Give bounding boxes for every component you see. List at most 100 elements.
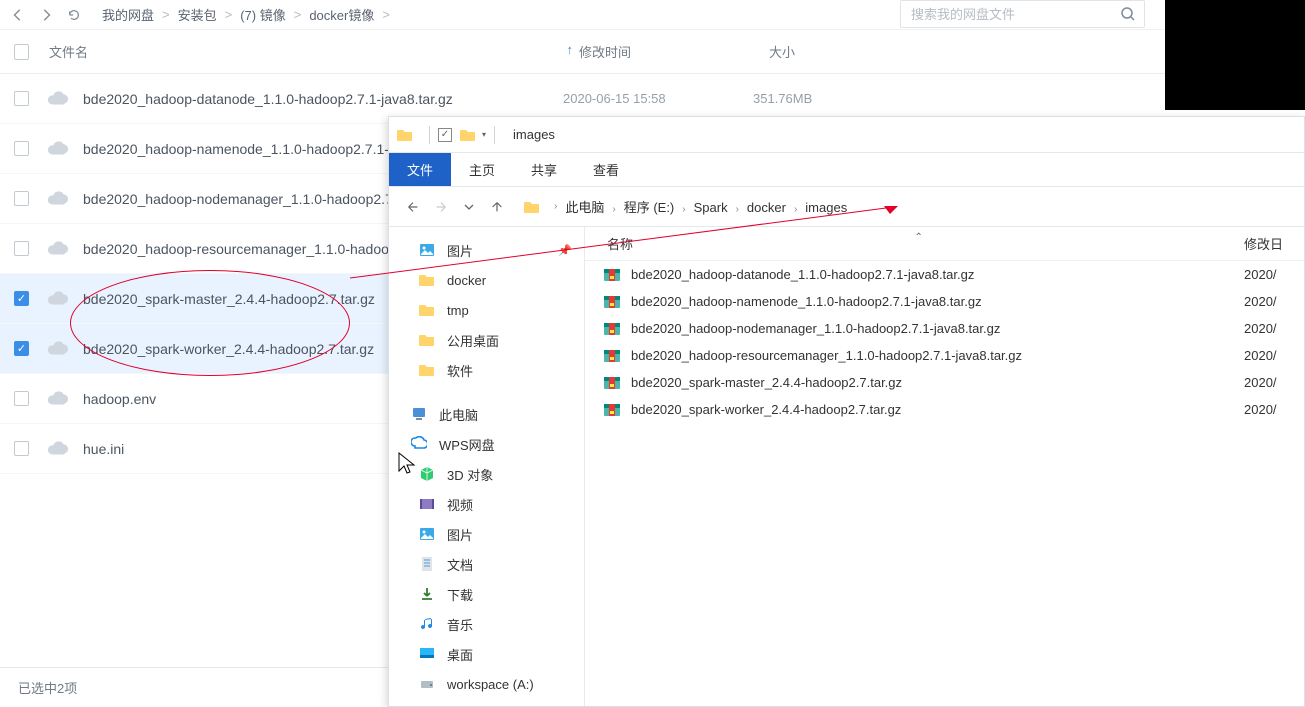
select-all-checkbox[interactable] xyxy=(14,44,29,60)
row-checkbox[interactable] xyxy=(14,441,29,456)
file-name: bde2020_hadoop-nodemanager_1.1.0-hadoop2… xyxy=(631,321,1244,336)
col-mod-label[interactable]: 修改时间 xyxy=(579,42,769,61)
back-button[interactable] xyxy=(4,1,32,29)
exp-breadcrumb-item[interactable]: docker xyxy=(745,200,788,215)
pictures-icon xyxy=(419,242,437,258)
docs-icon xyxy=(419,556,437,572)
row-checkbox[interactable] xyxy=(14,91,29,106)
sidebar-item[interactable]: workspace (A:) xyxy=(389,669,584,699)
row-checkbox[interactable]: ✓ xyxy=(14,291,29,306)
exp-address-bar[interactable]: › 此电脑 › 程序 (E:) › Spark › docker › images xyxy=(517,193,1294,221)
file-modified: 2020/ xyxy=(1244,321,1304,336)
exp-forward-button[interactable] xyxy=(427,193,455,221)
cloud-search[interactable] xyxy=(900,0,1145,28)
sidebar-item[interactable]: 图片 xyxy=(389,519,584,549)
file-name: bde2020_hadoop-resourcemanager_1.1.0-had… xyxy=(631,348,1244,363)
exp-breadcrumb-item[interactable]: Spark xyxy=(692,200,730,215)
sidebar-item-label: 视频 xyxy=(447,495,473,514)
sidebar-item[interactable]: WPS网盘 xyxy=(389,429,584,459)
sidebar-item-label: 公用桌面 xyxy=(447,331,499,350)
sidebar-item[interactable]: 音乐 xyxy=(389,609,584,639)
breadcrumb-item[interactable]: docker镜像 xyxy=(309,5,374,24)
cloud-nav-bar: 我的网盘 > 安装包 > (7) 镜像 > docker镜像 > xyxy=(0,0,1305,30)
sidebar-item[interactable]: 桌面 xyxy=(389,639,584,669)
sidebar-item[interactable]: 下载 xyxy=(389,579,584,609)
exp-history-dropdown[interactable] xyxy=(455,193,483,221)
sort-caret-icon: ⌃ xyxy=(915,232,923,243)
exp-col-mod[interactable]: 修改日 xyxy=(1244,234,1304,253)
row-checkbox[interactable] xyxy=(14,391,29,406)
sidebar-item-label: 3D 对象 xyxy=(447,465,493,484)
explorer-file-row[interactable]: bde2020_hadoop-nodemanager_1.1.0-hadoop2… xyxy=(585,315,1304,342)
file-modified: 2020/ xyxy=(1244,294,1304,309)
row-checkbox[interactable] xyxy=(14,141,29,156)
cloud-column-header: 文件名 ↑ 修改时间 大小 xyxy=(0,30,1305,74)
cloud-file-icon xyxy=(47,188,69,210)
cloud-file-icon xyxy=(47,238,69,260)
col-name-label[interactable]: 文件名 xyxy=(49,45,88,60)
tab-file[interactable]: 文件 xyxy=(389,153,451,186)
forward-button[interactable] xyxy=(32,1,60,29)
folder-icon xyxy=(524,200,540,214)
sidebar-item[interactable]: 3D 对象 xyxy=(389,459,584,489)
explorer-file-row[interactable]: bde2020_hadoop-namenode_1.1.0-hadoop2.7.… xyxy=(585,288,1304,315)
sidebar-item[interactable]: docker xyxy=(389,265,584,295)
explorer-titlebar[interactable]: ▾ images xyxy=(389,117,1304,153)
exp-breadcrumb-item[interactable]: 此电脑 xyxy=(563,200,606,215)
explorer-file-row[interactable]: bde2020_hadoop-resourcemanager_1.1.0-had… xyxy=(585,342,1304,369)
sidebar-item[interactable]: 公用桌面 xyxy=(389,325,584,355)
cloud-file-icon xyxy=(47,338,69,360)
sidebar-item[interactable]: 文档 xyxy=(389,549,584,579)
chevron-right-icon: > xyxy=(225,7,233,22)
row-checkbox[interactable] xyxy=(14,191,29,206)
row-checkbox[interactable] xyxy=(14,241,29,256)
chevron-right-icon[interactable]: › xyxy=(612,204,615,215)
refresh-button[interactable] xyxy=(60,1,88,29)
chevron-right-icon[interactable]: › xyxy=(554,201,557,212)
explorer-file-row[interactable]: bde2020_spark-master_2.4.4-hadoop2.7.tar… xyxy=(585,369,1304,396)
tab-share[interactable]: 共享 xyxy=(513,153,575,186)
row-checkbox[interactable]: ✓ xyxy=(14,341,29,356)
quickaccess-checkbox-icon[interactable] xyxy=(438,128,452,142)
selection-count: 已选中2项 xyxy=(18,678,77,697)
sidebar-item-label: WPS网盘 xyxy=(439,435,495,454)
sidebar-item-label: workspace (A:) xyxy=(447,677,534,692)
sidebar-item[interactable]: 视频 xyxy=(389,489,584,519)
file-modified: 2020-06-15 15:58 xyxy=(563,91,753,106)
explorer-file-row[interactable]: bde2020_spark-worker_2.4.4-hadoop2.7.tar… xyxy=(585,396,1304,423)
wps-icon xyxy=(411,436,429,452)
folder-icon xyxy=(397,128,413,142)
exp-breadcrumb-item[interactable]: images xyxy=(803,200,849,215)
chevron-right-icon[interactable]: › xyxy=(682,204,685,215)
archive-icon xyxy=(603,293,621,311)
file-name: bde2020_hadoop-datanode_1.1.0-hadoop2.7.… xyxy=(631,267,1244,282)
breadcrumb-item[interactable]: 安装包 xyxy=(178,5,217,24)
sidebar-item[interactable]: 图片📌 xyxy=(389,235,584,265)
exp-col-name[interactable]: 名称 xyxy=(607,237,633,252)
cloud-file-icon xyxy=(47,138,69,160)
exp-back-button[interactable] xyxy=(399,193,427,221)
tab-home[interactable]: 主页 xyxy=(451,153,513,186)
titlebar-dropdown-icon[interactable]: ▾ xyxy=(482,130,486,139)
sidebar-item[interactable]: 软件 xyxy=(389,355,584,385)
chevron-right-icon[interactable]: › xyxy=(736,204,739,215)
desktop-icon xyxy=(419,646,437,662)
breadcrumb-item[interactable]: 我的网盘 xyxy=(102,5,154,24)
exp-breadcrumb-item[interactable]: 程序 (E:) xyxy=(622,200,677,215)
search-icon xyxy=(1120,6,1136,22)
col-size-label[interactable]: 大小 xyxy=(769,42,969,61)
chevron-right-icon[interactable]: › xyxy=(794,204,797,215)
sidebar-item[interactable]: 此电脑 xyxy=(389,399,584,429)
archive-icon xyxy=(603,266,621,284)
sort-asc-icon[interactable]: ↑ xyxy=(567,42,574,57)
exp-up-button[interactable] xyxy=(483,193,511,221)
breadcrumb-item[interactable]: (7) 镜像 xyxy=(240,5,286,24)
archive-icon xyxy=(603,320,621,338)
tab-view[interactable]: 查看 xyxy=(575,153,637,186)
sidebar-item-label: tmp xyxy=(447,303,469,318)
cloud-file-icon xyxy=(47,438,69,460)
sidebar-item[interactable]: tmp xyxy=(389,295,584,325)
explorer-file-row[interactable]: bde2020_hadoop-datanode_1.1.0-hadoop2.7.… xyxy=(585,261,1304,288)
cloud-search-input[interactable] xyxy=(909,6,1120,23)
pin-icon: 📌 xyxy=(558,244,572,257)
